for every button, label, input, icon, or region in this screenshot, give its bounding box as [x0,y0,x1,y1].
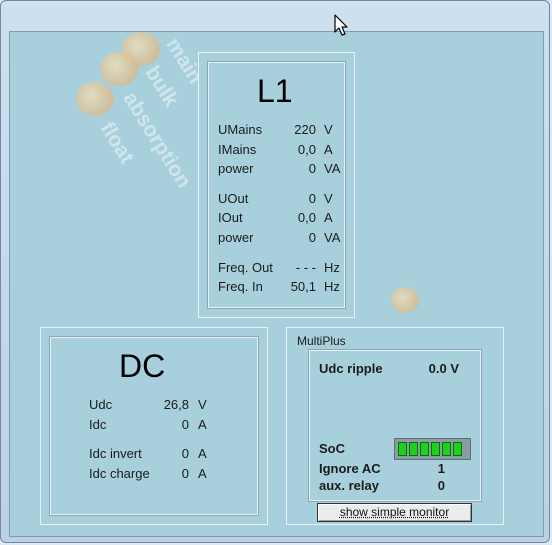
soc-battery-cell [442,442,451,456]
l1-title: L1 [257,73,293,109]
dc-row-label: Udc [89,397,113,412]
dc-row-value: 0 [181,466,189,481]
l1-row-unit: Hz [324,279,340,294]
soc-battery-indicator [394,438,471,460]
dc-row-label: Idc [89,417,107,432]
dc-row-label: Idc invert [89,446,142,461]
l1-row-value: 0 [308,161,316,176]
l1-row-value: 0,0 [297,142,316,157]
l1-row-label: UMains [218,122,263,137]
stage-indicator-dot [122,32,160,66]
l1-row-value: 50,1 [290,279,316,294]
aux-relay-value: 0 [437,478,445,493]
dc-row-unit: V [198,397,207,412]
l1-row-unit: Hz [324,260,340,275]
l1-row-value: 0 [308,230,316,245]
aux-relay-label: aux. relay [319,478,379,493]
l1-row-label: power [218,230,254,245]
watermark-word: absorption [118,88,196,193]
stage-indicator-dot [391,287,419,313]
soc-battery-cell [453,442,462,456]
l1-row-label: Freq. Out [218,260,273,275]
l1-row-value: 0,0 [297,210,316,225]
dc-row-value: 0 [181,417,189,432]
l1-row-value: 220 [294,122,316,137]
l1-row-value: - - - [295,260,316,275]
multiplus-group-label: MultiPlus [297,334,346,348]
stage-indicator-dot [100,52,138,86]
app-window: main bulk absorption float L1 UMains 220 V… [0,0,550,543]
l1-row-label: IMains [218,142,257,157]
ignore-ac-label: Ignore AC [319,461,381,476]
udc-ripple-value: 0.0 V [428,361,459,376]
l1-row-label: Freq. In [218,279,263,294]
soc-battery-cell [398,442,407,456]
dc-row-unit: A [198,466,207,481]
udc-ripple-label: Udc ripple [319,361,383,376]
l1-row-label: IOut [218,210,243,225]
watermark-word: bulk [140,62,183,111]
dc-row-unit: A [198,446,207,461]
ignore-ac-value: 1 [437,461,445,476]
dc-title: DC [119,348,166,384]
soc-battery-cell [431,442,440,456]
show-simple-monitor-button[interactable]: show simple monitor [317,503,472,522]
l1-row-unit: A [324,210,333,225]
stage-indicator-dot [76,82,114,116]
soc-battery-cell [420,442,429,456]
l1-row-unit: A [324,142,333,157]
dc-row-label: Idc charge [89,466,150,481]
mouse-pointer-icon [334,14,348,36]
l1-row-unit: VA [324,230,341,245]
l1-row-label: UOut [218,191,249,206]
soc-label: SoC [319,441,345,456]
l1-row-label: power [218,161,254,176]
l1-row-value: 0 [308,191,316,206]
dc-row-unit: A [198,417,207,432]
watermark-word: float [95,118,139,168]
soc-battery-cell [409,442,418,456]
l1-row-unit: V [324,122,333,137]
l1-row-unit: VA [324,161,341,176]
show-simple-monitor-label: show simple monitor [339,505,450,519]
dc-row-value: 26,8 [163,397,189,412]
l1-row-unit: V [324,191,333,206]
dc-row-value: 0 [181,446,189,461]
